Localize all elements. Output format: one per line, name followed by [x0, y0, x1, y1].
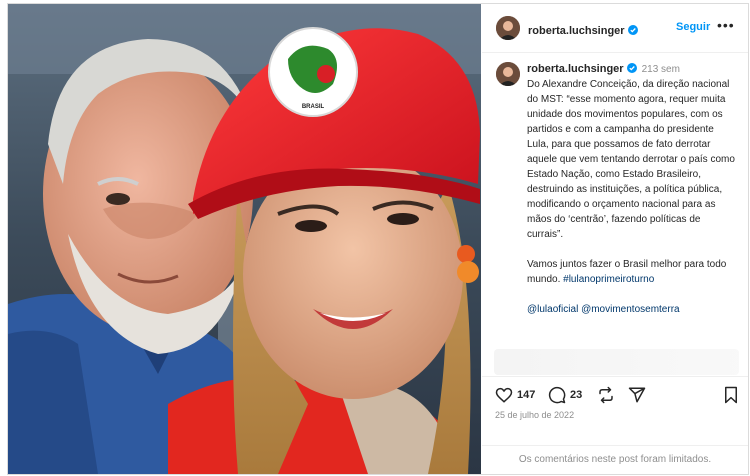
- mentions: @lulaoficial @movimentosemterra: [527, 302, 735, 317]
- caption-paragraph-1: Do Alexandre Conceição, da direção nacio…: [527, 79, 738, 240]
- post-side-panel: roberta.luchsinger Seguir ••• roberta.lu…: [482, 4, 748, 474]
- caption-username[interactable]: roberta.luchsinger: [527, 63, 624, 75]
- bookmark-icon[interactable]: [723, 386, 739, 404]
- send-icon[interactable]: [628, 386, 646, 404]
- follow-button[interactable]: Seguir: [676, 21, 710, 33]
- mention-movimentosemterra[interactable]: @movimentosemterra: [581, 304, 680, 315]
- heart-icon[interactable]: [495, 386, 513, 404]
- mention-lulaoficial[interactable]: @lulaoficial: [527, 304, 578, 315]
- selfie-image: BRASIL: [8, 4, 481, 474]
- post-date: 25 de julho de 2022: [495, 410, 575, 420]
- more-icon[interactable]: •••: [717, 17, 735, 33]
- comments-limited-notice: Os comentários neste post foram limitado…: [482, 445, 748, 475]
- likes-count[interactable]: 147: [517, 389, 535, 401]
- caption-avatar[interactable]: [496, 62, 520, 86]
- instagram-post: BRASIL roberta.luchsinger Seguir ••• rob…: [7, 3, 749, 475]
- caption-paragraph-2: Vamos juntos fazer o Brasil melhor para …: [527, 257, 735, 287]
- post-caption: roberta.luchsinger 213 sem Do Alexandre C…: [527, 62, 735, 317]
- badge-bottom-text: BRASIL: [302, 104, 325, 110]
- avatar-image: [496, 16, 520, 40]
- verified-icon: [626, 63, 637, 73]
- header-username[interactable]: roberta.luchsinger: [528, 25, 625, 37]
- post-header: roberta.luchsinger Seguir •••: [482, 4, 748, 53]
- comment-icon[interactable]: [548, 386, 566, 404]
- verified-icon: [627, 25, 638, 35]
- avatar[interactable]: [496, 16, 520, 40]
- comments-count[interactable]: 23: [570, 389, 582, 401]
- share-icon[interactable]: [597, 386, 615, 404]
- post-time[interactable]: 213 sem: [642, 64, 680, 75]
- action-bar: 147 23 25 de julho de 2022: [482, 376, 748, 455]
- blurred-comment: [494, 349, 739, 375]
- hashtag-link[interactable]: #lulanoprimeiroturno: [563, 274, 654, 285]
- avatar-image: [496, 62, 520, 86]
- post-photo[interactable]: BRASIL: [8, 4, 481, 474]
